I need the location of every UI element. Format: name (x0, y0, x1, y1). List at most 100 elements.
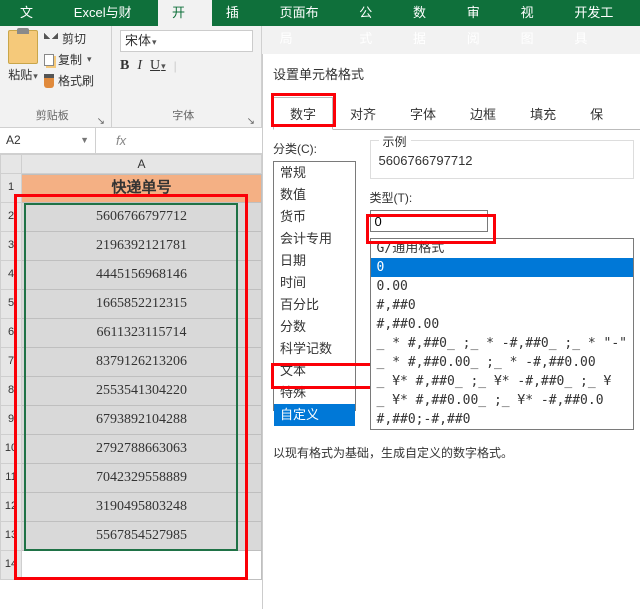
data-cell[interactable]: 3190495803248 (22, 493, 262, 522)
row-header-14[interactable]: 14 (0, 551, 22, 580)
menu-insert[interactable]: 插入 (212, 0, 266, 26)
ribbon-group-font: 宋体 B I U | 字体 ↘ (112, 26, 262, 127)
copy-button[interactable]: 复制 (44, 51, 94, 68)
name-box[interactable]: A2 ▼ (0, 128, 96, 153)
menu-review[interactable]: 审阅 (453, 0, 507, 26)
title-cell[interactable]: 快递单号 (22, 174, 262, 203)
data-cell[interactable]: 6793892104288 (22, 406, 262, 435)
paste-icon (8, 30, 38, 64)
format-item[interactable]: 0 (371, 258, 633, 277)
menu-page-layout[interactable]: 页面布局 (266, 0, 346, 26)
format-listbox[interactable]: G/通用格式 0 0.00 #,##0 #,##0.00 _ * #,##0_ … (370, 238, 634, 430)
format-item[interactable]: #,##0.00 (371, 315, 633, 334)
underline-button[interactable]: U (150, 58, 166, 74)
row-header-4[interactable]: 4 (0, 261, 22, 290)
row-header-7[interactable]: 7 (0, 348, 22, 377)
menu-view[interactable]: 视图 (507, 0, 561, 26)
row-header-12[interactable]: 12 (0, 493, 22, 522)
category-label: 分类(C): (273, 140, 356, 157)
category-listbox[interactable]: 常规 数值 货币 会计专用 日期 时间 百分比 分数 科学记数 文本 特殊 自定… (273, 161, 356, 411)
format-item[interactable]: #,##0 (371, 296, 633, 315)
empty-cell[interactable] (22, 551, 262, 580)
category-item[interactable]: 特殊 (274, 382, 355, 404)
menu-excel-finance[interactable]: Excel与财务 (60, 0, 158, 26)
data-cell[interactable]: 2792788663063 (22, 435, 262, 464)
category-item[interactable]: 日期 (274, 250, 355, 272)
format-item[interactable]: G/通用格式 (371, 239, 633, 258)
row-header-2[interactable]: 2 (0, 203, 22, 232)
category-item[interactable]: 常规 (274, 162, 355, 184)
category-item[interactable]: 数值 (274, 184, 355, 206)
menu-file[interactable]: 文件 (6, 0, 60, 26)
category-item[interactable]: 货币 (274, 206, 355, 228)
copy-icon (44, 54, 54, 66)
paste-label: 粘贴 (8, 66, 38, 83)
row-header-1[interactable]: 1 (0, 174, 22, 203)
category-item[interactable]: 时间 (274, 272, 355, 294)
format-right-column: 示例 5606766797712 类型(T): G/通用格式 0 0.00 #,… (370, 140, 640, 430)
dialog-title: 设置单元格格式 (273, 64, 640, 83)
tab-number[interactable]: 数字 (273, 97, 333, 130)
category-item-custom[interactable]: 自定义 (274, 404, 355, 426)
category-item[interactable]: 百分比 (274, 294, 355, 316)
data-cell[interactable]: 8379126213206 (22, 348, 262, 377)
data-cell[interactable]: 5606766797712 (22, 203, 262, 232)
category-column: 分类(C): 常规 数值 货币 会计专用 日期 时间 百分比 分数 科学记数 文… (273, 140, 356, 430)
dialog-hint: 以现有格式为基础，生成自定义的数字格式。 (273, 444, 640, 461)
col-header-a[interactable]: A (22, 154, 262, 174)
format-item[interactable]: 0.00 (371, 277, 633, 296)
data-cell[interactable]: 6611323115714 (22, 319, 262, 348)
category-item[interactable]: 科学记数 (274, 338, 355, 360)
row-header-5[interactable]: 5 (0, 290, 22, 319)
select-all-corner[interactable] (0, 154, 22, 174)
name-box-value: A2 (6, 128, 21, 153)
dialog-tabs: 数字 对齐 字体 边框 填充 保 (273, 97, 640, 130)
tab-font[interactable]: 字体 (393, 97, 453, 129)
row-header-6[interactable]: 6 (0, 319, 22, 348)
row-header-13[interactable]: 13 (0, 522, 22, 551)
row-header-11[interactable]: 11 (0, 464, 22, 493)
data-cell[interactable]: 7042329558889 (22, 464, 262, 493)
format-item[interactable]: _ * #,##0_ ;_ * -#,##0_ ;_ * "-" (371, 334, 633, 353)
sheet-grid: A 1 快递单号 25606766797712 32196392121781 4… (0, 154, 262, 580)
category-item[interactable]: 分数 (274, 316, 355, 338)
menu-formula[interactable]: 公式 (345, 0, 399, 26)
row-header-3[interactable]: 3 (0, 232, 22, 261)
row-header-10[interactable]: 10 (0, 435, 22, 464)
paste-button[interactable]: 粘贴 (8, 30, 38, 89)
tab-border[interactable]: 边框 (453, 97, 513, 129)
format-item[interactable]: _ ¥* #,##0.00_ ;_ ¥* -#,##0.0 (371, 391, 633, 410)
data-cell[interactable]: 2196392121781 (22, 232, 262, 261)
clipboard-dialog-launcher[interactable]: ↘ (97, 116, 105, 127)
menu-data[interactable]: 数据 (399, 0, 453, 26)
bold-button[interactable]: B (120, 58, 129, 74)
data-cell[interactable]: 2553541304220 (22, 377, 262, 406)
data-cell[interactable]: 5567854527985 (22, 522, 262, 551)
format-cells-dialog: 设置单元格格式 数字 对齐 字体 边框 填充 保 分类(C): 常规 数值 货币… (262, 54, 640, 609)
data-cell[interactable]: 4445156968146 (22, 261, 262, 290)
row-header-8[interactable]: 8 (0, 377, 22, 406)
category-item[interactable]: 文本 (274, 360, 355, 382)
format-painter-button[interactable]: 格式刷 (44, 72, 94, 89)
menu-dev[interactable]: 开发工具 (560, 0, 640, 26)
font-group-label: 字体 (120, 105, 247, 127)
data-cell[interactable]: 1665852212315 (22, 290, 262, 319)
font-name-dropdown[interactable]: 宋体 (120, 30, 253, 52)
type-input[interactable] (370, 210, 488, 232)
format-item[interactable]: #,##0;[红色]-#,##0 (371, 429, 633, 430)
menu-home[interactable]: 开始 (158, 0, 212, 26)
cut-button[interactable]: 剪切 (44, 30, 94, 47)
example-value: 5606766797712 (379, 153, 625, 168)
tab-align[interactable]: 对齐 (333, 97, 393, 129)
format-item[interactable]: _ ¥* #,##0_ ;_ ¥* -#,##0_ ;_ ¥ (371, 372, 633, 391)
tab-fill[interactable]: 填充 (513, 97, 573, 129)
tab-protect[interactable]: 保 (573, 97, 620, 129)
italic-button[interactable]: I (137, 58, 142, 74)
row-header-9[interactable]: 9 (0, 406, 22, 435)
format-item[interactable]: #,##0;-#,##0 (371, 410, 633, 429)
chevron-down-icon: ▼ (80, 128, 89, 153)
menu-bar: 文件 Excel与财务 开始 插入 页面布局 公式 数据 审阅 视图 开发工具 (0, 0, 640, 26)
format-item[interactable]: _ * #,##0.00_ ;_ * -#,##0.00 (371, 353, 633, 372)
category-item[interactable]: 会计专用 (274, 228, 355, 250)
font-dialog-launcher[interactable]: ↘ (247, 116, 255, 127)
